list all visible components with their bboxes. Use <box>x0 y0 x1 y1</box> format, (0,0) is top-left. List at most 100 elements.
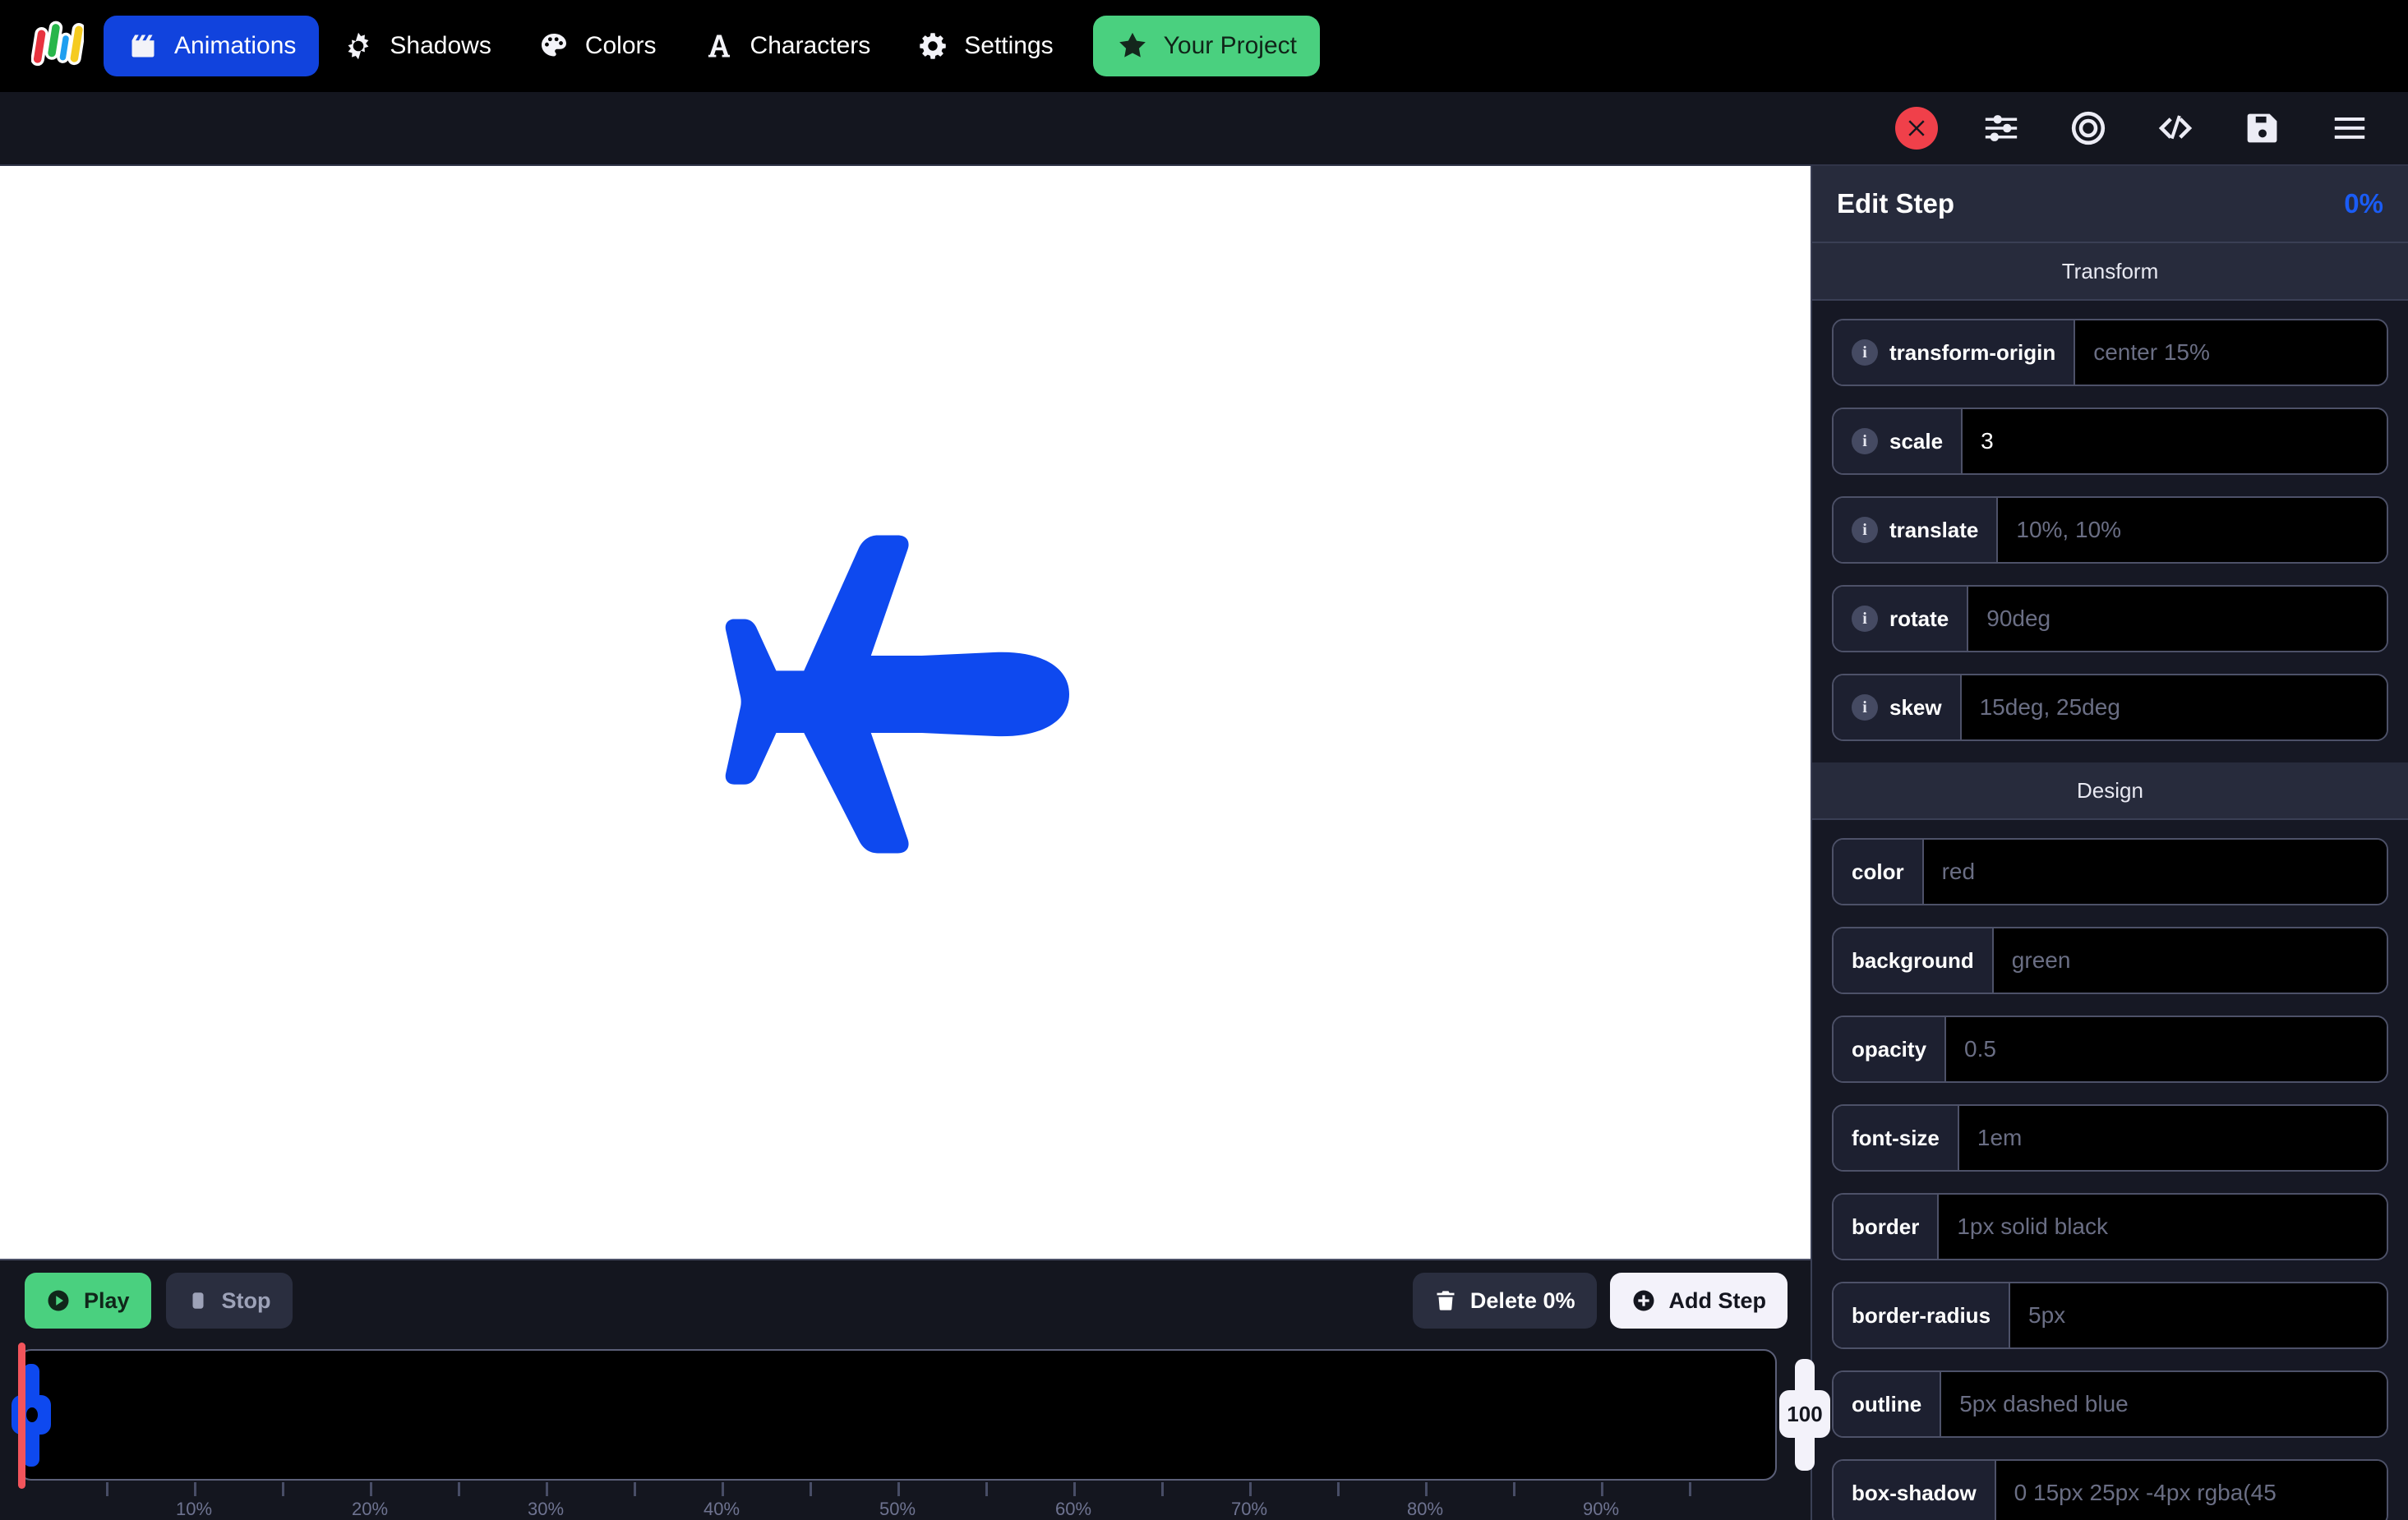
timeline-tick-label: 70% <box>1230 1499 1268 1519</box>
tab-label: Colors <box>584 32 657 59</box>
property-label-text: skew <box>1889 694 1942 720</box>
property-field-box-shadow[interactable]: box-shadow 0 15px 25px -4px rgba(45 <box>1832 1459 2388 1520</box>
property-label: i scale <box>1834 409 1963 473</box>
menu-icon <box>2334 117 2365 139</box>
stop-button[interactable]: Stop <box>165 1273 293 1329</box>
property-label: background <box>1834 928 1994 993</box>
property-field-color[interactable]: color red <box>1832 838 2388 905</box>
property-label-text: outline <box>1852 1391 1922 1416</box>
property-field-border[interactable]: border 1px solid black <box>1832 1193 2388 1260</box>
save-icon <box>2247 113 2277 143</box>
delete-step-button[interactable]: Delete 0% <box>1412 1273 1597 1329</box>
timeline-tick <box>634 1482 636 1496</box>
property-value-input[interactable]: 1em <box>1958 1106 2387 1170</box>
timeline-tick <box>1689 1482 1691 1496</box>
property-label-text: box-shadow <box>1852 1480 1977 1505</box>
property-field-outline[interactable]: outline 5px dashed blue <box>1832 1370 2388 1438</box>
property-label: border <box>1834 1195 1940 1259</box>
property-value-input[interactable]: red <box>1923 840 2387 904</box>
palette-icon <box>537 30 570 62</box>
timeline-tick <box>458 1482 460 1496</box>
timeline-right-actions: Delete 0% Add Step <box>1412 1273 1788 1329</box>
stop-label: Stop <box>221 1287 271 1313</box>
property-value-input[interactable]: 90deg <box>1968 587 2387 651</box>
tab-characters[interactable]: Characters <box>680 16 894 76</box>
menu-button[interactable] <box>2326 104 2373 152</box>
panel-title: Edit Step <box>1837 188 1955 219</box>
property-field-skew[interactable]: i skew 15deg, 25deg <box>1832 674 2388 741</box>
property-label: i rotate <box>1834 587 1969 651</box>
property-field-opacity[interactable]: opacity 0.5 <box>1832 1016 2388 1083</box>
animated-element[interactable] <box>713 519 1099 905</box>
property-label-text: font-size <box>1852 1125 1940 1150</box>
property-field-background[interactable]: background green <box>1832 927 2388 994</box>
property-field-rotate[interactable]: i rotate 90deg <box>1832 585 2388 652</box>
bars-logo-icon <box>31 21 84 67</box>
tab-label: Characters <box>750 32 871 59</box>
property-value-input[interactable]: 3 <box>1963 409 2387 473</box>
add-step-label: Add Step <box>1668 1287 1767 1313</box>
tab-shadows[interactable]: Shadows <box>319 16 514 76</box>
property-label-text: scale <box>1889 428 1944 454</box>
edit-step-panel: Edit Step 0% Transform i transform-origin c… <box>1811 166 2408 1520</box>
timeline-tick <box>1337 1482 1340 1496</box>
sunburst-icon <box>342 30 375 62</box>
target-icon <box>2071 111 2106 145</box>
property-value-input[interactable]: 15deg, 25deg <box>1961 675 2387 739</box>
info-icon[interactable]: i <box>1852 694 1878 721</box>
timeline-tick <box>1513 1482 1515 1496</box>
property-field-translate[interactable]: i translate 10%, 10% <box>1832 496 2388 564</box>
tab-colors[interactable]: Colors <box>514 16 680 76</box>
tab-label: Shadows <box>390 32 491 59</box>
info-icon[interactable]: i <box>1852 517 1878 543</box>
secondary-toolbar <box>0 92 2408 166</box>
target-button[interactable] <box>2064 104 2112 152</box>
panel-step-percent: 0% <box>2344 188 2383 219</box>
timeline-tick-label: 60% <box>1054 1499 1092 1519</box>
panel-body: Transform i transform-origin center 15% i sca… <box>1812 243 2408 1520</box>
close-button[interactable] <box>1895 107 1938 150</box>
property-field-border-radius[interactable]: border-radius 5px <box>1832 1282 2388 1349</box>
app-logo[interactable] <box>12 0 104 92</box>
property-field-scale[interactable]: i scale 3 <box>1832 408 2388 475</box>
info-icon[interactable]: i <box>1852 339 1878 366</box>
property-label-text: color <box>1852 859 1904 884</box>
property-value-input[interactable]: center 15% <box>2075 320 2387 385</box>
delete-label: Delete 0% <box>1469 1287 1575 1313</box>
tab-animations[interactable]: Animations <box>104 16 320 76</box>
timeline-track-area[interactable]: 100 10% 20% 30% 40% 50% 60% 70% 80% 90% <box>0 1341 1830 1520</box>
step-marker-hole <box>26 1407 38 1422</box>
property-value-input[interactable]: 1px solid black <box>1939 1195 2387 1259</box>
panel-section-fields: i transform-origin center 15% i scale 3 i trans… <box>1812 301 2408 741</box>
timeline-track[interactable] <box>18 1349 1777 1481</box>
timeline-tick <box>1601 1482 1603 1496</box>
preview-canvas[interactable] <box>0 166 1811 1259</box>
property-value-input[interactable]: 10%, 10% <box>1998 498 2387 562</box>
info-icon[interactable]: i <box>1852 428 1878 454</box>
property-label: font-size <box>1834 1106 1959 1170</box>
property-field-transform-origin[interactable]: i transform-origin center 15% <box>1832 319 2388 386</box>
info-icon[interactable]: i <box>1852 606 1878 632</box>
panel-section-header: Design <box>1812 762 2408 820</box>
adjust-button[interactable] <box>1977 104 2025 152</box>
property-value-input[interactable]: 0 15px 25px -4px rgba(45 <box>1995 1461 2387 1520</box>
end-marker-label: 100 <box>1779 1390 1830 1438</box>
project-button[interactable]: Your Project <box>1092 16 1320 76</box>
property-field-font-size[interactable]: font-size 1em <box>1832 1104 2388 1172</box>
property-value-input[interactable]: 5px <box>2010 1283 2387 1347</box>
code-button[interactable] <box>2152 104 2199 152</box>
timeline-tick-labels: 10% 20% 30% 40% 50% 60% 70% 80% 90% <box>18 1499 1777 1520</box>
property-value-input[interactable]: 0.5 <box>1946 1017 2387 1081</box>
timeline-tick-label: 90% <box>1582 1499 1620 1519</box>
timeline-tick-label: 30% <box>527 1499 565 1519</box>
save-button[interactable] <box>2239 104 2286 152</box>
timeline-playhead[interactable] <box>18 1343 25 1489</box>
tab-settings[interactable]: Settings <box>893 16 1076 76</box>
add-step-button[interactable]: Add Step <box>1609 1273 1788 1329</box>
property-value-input[interactable]: green <box>1993 928 2387 993</box>
timeline-tick <box>722 1482 724 1496</box>
property-label: border-radius <box>1834 1283 2011 1347</box>
property-value-input[interactable]: 5px dashed blue <box>1941 1372 2387 1436</box>
play-button[interactable]: Play <box>25 1273 151 1329</box>
timeline-tick <box>1073 1482 1076 1496</box>
